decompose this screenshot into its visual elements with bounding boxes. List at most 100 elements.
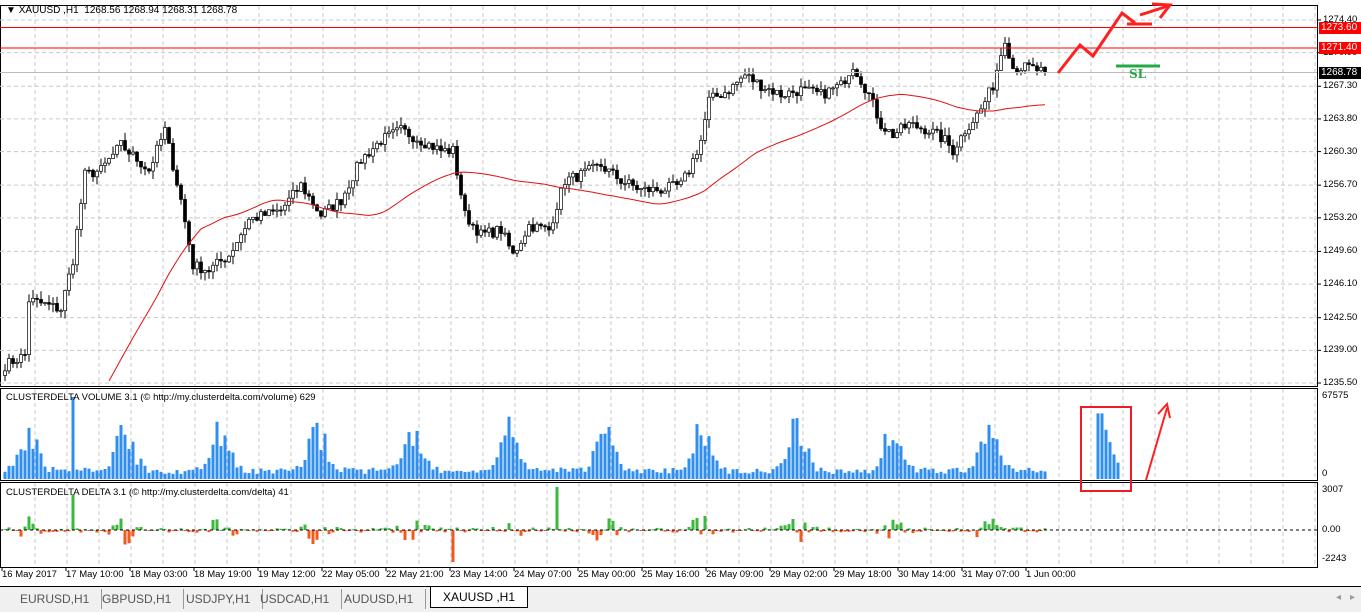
scroll-left-icon[interactable]: ◂ bbox=[1336, 592, 1341, 603]
volume-indicator-title: CLUSTERDELTA VOLUME 3.1 (© http://my.clu… bbox=[6, 392, 316, 403]
volume-bar bbox=[635, 469, 639, 479]
delta-bar bbox=[695, 518, 699, 530]
candle-body bbox=[947, 135, 951, 146]
delta-bar bbox=[403, 530, 407, 541]
time-axis-label: 1 Jun 00:00 bbox=[1026, 569, 1076, 580]
candle-body bbox=[519, 242, 523, 251]
candle-body bbox=[63, 290, 67, 312]
candle-body bbox=[115, 145, 119, 155]
candle-body bbox=[603, 166, 607, 172]
delta-bar bbox=[411, 530, 415, 540]
volume-bar bbox=[343, 467, 347, 479]
delta-bar bbox=[299, 526, 303, 530]
volume-bar bbox=[391, 465, 395, 479]
volume-bar bbox=[787, 447, 791, 479]
candle-body bbox=[511, 245, 515, 254]
candle-body bbox=[795, 92, 799, 97]
candle-body bbox=[907, 122, 911, 129]
candle-body bbox=[555, 209, 559, 224]
price-chart[interactable] bbox=[0, 0, 1361, 586]
candle-body bbox=[775, 89, 779, 95]
tab-eurusd-h1[interactable]: EURUSD,H1 bbox=[8, 589, 103, 609]
candle-body bbox=[1015, 68, 1019, 73]
candle-body bbox=[47, 302, 51, 305]
volume-bar bbox=[507, 416, 511, 479]
candle-body bbox=[251, 216, 255, 220]
collapse-triangle-icon[interactable]: ▼ bbox=[6, 5, 16, 16]
delta-bar bbox=[787, 524, 791, 530]
candle-body bbox=[547, 226, 551, 231]
volume-bar bbox=[63, 469, 67, 479]
candle-body bbox=[787, 90, 791, 98]
candle-body bbox=[99, 165, 103, 172]
candle-body bbox=[731, 84, 735, 95]
scroll-right-icon[interactable]: ▸ bbox=[1350, 592, 1355, 603]
candle-body bbox=[671, 181, 675, 183]
candle-body bbox=[3, 370, 7, 376]
candle-body bbox=[435, 145, 439, 150]
candle-body bbox=[691, 158, 695, 174]
candle-body bbox=[67, 273, 71, 291]
delta-bar bbox=[791, 518, 795, 530]
candle-body bbox=[643, 186, 647, 189]
volume-bar bbox=[295, 465, 299, 479]
volume-bar bbox=[251, 468, 255, 479]
candle-body bbox=[135, 151, 139, 162]
tab-audusd-h1[interactable]: AUDUSD,H1 bbox=[332, 589, 427, 609]
volume-bar bbox=[587, 466, 591, 479]
delta-bar bbox=[395, 525, 399, 530]
volume-bar bbox=[399, 458, 403, 479]
delta-bar bbox=[215, 519, 219, 530]
candle-body bbox=[859, 76, 863, 85]
volume-bar bbox=[531, 469, 535, 479]
volume-bar bbox=[235, 467, 239, 479]
volume-bar bbox=[967, 467, 971, 479]
candle-body bbox=[411, 136, 415, 143]
candle-body bbox=[367, 154, 371, 157]
candle-body bbox=[943, 135, 947, 143]
delta-bar bbox=[131, 530, 135, 537]
volume-bar bbox=[275, 469, 279, 479]
tab-gbpusd-h1[interactable]: GBPUSD,H1 bbox=[90, 589, 185, 609]
delta-bar bbox=[887, 530, 891, 539]
volume-bar bbox=[327, 461, 331, 479]
candle-body bbox=[167, 127, 171, 144]
candle-body bbox=[1043, 66, 1047, 73]
delta-bar bbox=[779, 525, 783, 530]
candle-body bbox=[375, 142, 379, 150]
tab-xauusd-h1[interactable]: XAUUSD ,H1 bbox=[430, 587, 529, 608]
delta-bar bbox=[591, 530, 595, 535]
volume-bar bbox=[719, 468, 723, 479]
volume-bar bbox=[555, 471, 559, 479]
candle-body bbox=[307, 193, 311, 197]
candle-body bbox=[103, 162, 107, 166]
delta-bar bbox=[711, 530, 715, 535]
volume-bar bbox=[703, 445, 707, 479]
volume-bar bbox=[267, 469, 271, 479]
volume-bar bbox=[15, 454, 19, 479]
delta-bar bbox=[211, 519, 215, 530]
tab-usdcad-h1[interactable]: USDCAD,H1 bbox=[248, 589, 343, 609]
candle-body bbox=[415, 140, 419, 143]
volume-bar bbox=[947, 469, 951, 479]
candle-body bbox=[867, 92, 871, 95]
volume-bar bbox=[127, 449, 131, 479]
volume-bar bbox=[207, 457, 211, 479]
volume-bar bbox=[163, 473, 167, 479]
time-axis-label: 16 May 2017 bbox=[2, 569, 57, 580]
volume-bar bbox=[231, 452, 235, 479]
candle-body bbox=[87, 169, 91, 172]
candle-body bbox=[495, 226, 499, 238]
volume-bar bbox=[599, 433, 603, 479]
volume-bar bbox=[499, 442, 503, 479]
candle-body bbox=[899, 123, 903, 134]
candle-body bbox=[391, 129, 395, 133]
volume-bar bbox=[959, 471, 963, 479]
candle-body bbox=[823, 89, 827, 99]
candle-body bbox=[151, 162, 155, 172]
candle-body bbox=[439, 145, 443, 152]
volume-bar bbox=[71, 397, 75, 479]
candle-body bbox=[139, 160, 143, 168]
candle-body bbox=[491, 227, 495, 238]
volume-bar bbox=[575, 468, 579, 479]
